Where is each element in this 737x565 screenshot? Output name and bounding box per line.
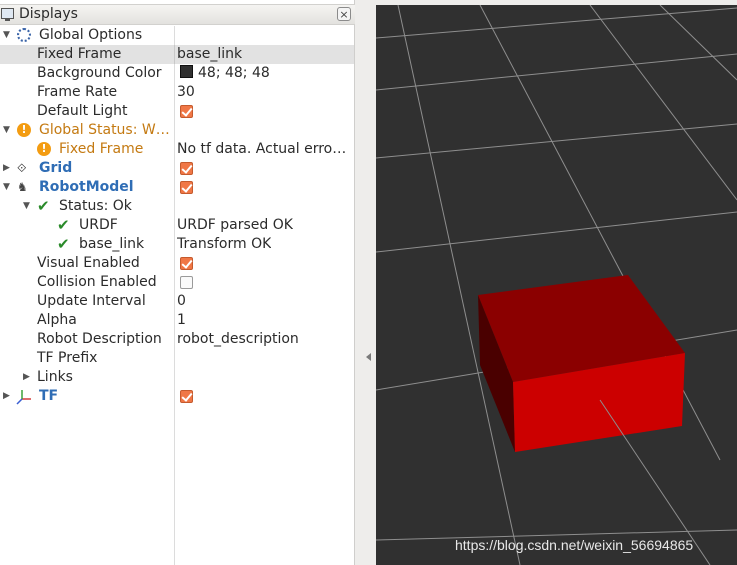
tree-row-robot-description[interactable]: Robot Description robot_description <box>0 330 354 349</box>
urdf-value: URDF parsed OK <box>177 217 293 233</box>
panel-title: Displays <box>19 6 78 22</box>
default-light-checkbox[interactable] <box>180 105 193 118</box>
tree-row-tf-prefix[interactable]: TF Prefix <box>0 349 354 368</box>
tree-row-tf[interactable]: ▶ TF <box>0 387 354 406</box>
visual-enabled-label: Visual Enabled <box>37 255 140 271</box>
robot-box <box>478 275 685 452</box>
tf-axes-icon <box>16 390 31 405</box>
robot-icon: ♞ <box>17 180 28 194</box>
alpha-value[interactable]: 1 <box>177 311 186 330</box>
warning-icon: ! <box>17 123 31 137</box>
urdf-label: URDF <box>79 217 118 233</box>
robot-description-value[interactable]: robot_description <box>177 330 299 349</box>
tree-row-collision-enabled[interactable]: Collision Enabled <box>0 273 354 292</box>
ok-check-icon: ✔ <box>37 197 50 215</box>
robot-model-checkbox[interactable] <box>180 181 193 194</box>
collision-enabled-checkbox[interactable] <box>180 276 193 289</box>
tree-row-grid[interactable]: ▶ ⟐ Grid <box>0 159 354 178</box>
base-link-value: Transform OK <box>177 236 272 252</box>
global-options-label: Global Options <box>39 27 143 43</box>
ok-check-icon: ✔ <box>57 235 70 253</box>
links-label: Links <box>37 369 73 385</box>
visual-enabled-checkbox[interactable] <box>180 257 193 270</box>
tree-row-links[interactable]: ▶ Links <box>0 368 354 387</box>
update-interval-value[interactable]: 0 <box>177 292 186 311</box>
global-status-label: Global Status: W… <box>39 122 170 138</box>
gear-icon <box>17 28 31 42</box>
robot-description-label: Robot Description <box>37 331 162 347</box>
tree-row-status-fixed-frame[interactable]: ! Fixed Frame No tf data. Actual erro… <box>0 140 354 159</box>
tree-row-background-color[interactable]: Background Color 48; 48; 48 <box>0 64 354 83</box>
default-light-label: Default Light <box>37 103 128 119</box>
tf-checkbox[interactable] <box>180 390 193 403</box>
watermark-text: https://blog.csdn.net/weixin_56694865 <box>455 537 694 553</box>
expand-arrow-icon[interactable]: ▶ <box>2 159 11 178</box>
collapse-arrow-icon[interactable]: ▼ <box>2 178 11 197</box>
fixed-frame-label: Fixed Frame <box>37 46 122 62</box>
display-tree: ▼ Global Options Fixed Frame base_link B… <box>0 26 354 565</box>
tf-prefix-label: TF Prefix <box>37 350 98 366</box>
grid-label: Grid <box>39 160 73 176</box>
tf-label: TF <box>39 388 59 404</box>
ok-check-icon: ✔ <box>57 216 70 234</box>
grid-icon: ⟐ <box>17 161 27 175</box>
background-color-value[interactable]: 48; 48; 48 <box>177 64 270 83</box>
tree-row-status-ok[interactable]: ▼ ✔ Status: Ok <box>0 197 354 216</box>
tree-row-frame-rate[interactable]: Frame Rate 30 <box>0 83 354 102</box>
tree-row-urdf[interactable]: ✔ URDF URDF parsed OK <box>0 216 354 235</box>
panel-splitter[interactable] <box>355 0 376 565</box>
tree-row-global-status[interactable]: ▼ ! Global Status: W… <box>0 121 354 140</box>
frame-rate-label: Frame Rate <box>37 84 118 100</box>
color-swatch <box>180 65 193 78</box>
grid-checkbox[interactable] <box>180 162 193 175</box>
tree-row-robot-model[interactable]: ▼ ♞ RobotModel <box>0 178 354 197</box>
render-3d-view[interactable] <box>376 5 737 565</box>
status-fixed-frame-value: No tf data. Actual erro… <box>177 141 347 157</box>
background-color-text: 48; 48; 48 <box>198 65 270 81</box>
expand-arrow-icon[interactable]: ▶ <box>2 387 11 406</box>
displays-panel: Displays × ▼ Global Options Fixed Frame … <box>0 0 355 565</box>
tree-row-visual-enabled[interactable]: Visual Enabled <box>0 254 354 273</box>
tree-row-update-interval[interactable]: Update Interval 0 <box>0 292 354 311</box>
collapse-left-icon[interactable] <box>366 353 371 361</box>
status-fixed-frame-label: Fixed Frame <box>59 141 144 157</box>
monitor-icon <box>1 8 14 21</box>
collapse-arrow-icon[interactable]: ▼ <box>2 26 11 45</box>
collision-enabled-label: Collision Enabled <box>37 274 157 290</box>
tree-row-default-light[interactable]: Default Light <box>0 102 354 121</box>
warning-icon: ! <box>37 142 51 156</box>
displays-titlebar: Displays × <box>0 4 355 25</box>
tree-row-global-options[interactable]: ▼ Global Options <box>0 26 354 45</box>
base-link-label: base_link <box>79 236 145 252</box>
robot-model-label: RobotModel <box>39 179 134 195</box>
close-button[interactable]: × <box>337 7 351 21</box>
status-ok-label: Status: Ok <box>59 198 132 214</box>
scene-svg <box>376 5 737 565</box>
tree-row-alpha[interactable]: Alpha 1 <box>0 311 354 330</box>
collapse-arrow-icon[interactable]: ▼ <box>22 197 31 216</box>
background-color-label: Background Color <box>37 65 162 81</box>
expand-arrow-icon[interactable]: ▶ <box>22 368 31 387</box>
alpha-label: Alpha <box>37 312 77 328</box>
update-interval-label: Update Interval <box>37 293 146 309</box>
tree-row-fixed-frame[interactable]: Fixed Frame base_link <box>0 45 354 64</box>
fixed-frame-value[interactable]: base_link <box>177 45 242 64</box>
frame-rate-value[interactable]: 30 <box>177 83 195 102</box>
collapse-arrow-icon[interactable]: ▼ <box>2 121 11 140</box>
tree-row-base-link[interactable]: ✔ base_link Transform OK <box>0 235 354 254</box>
